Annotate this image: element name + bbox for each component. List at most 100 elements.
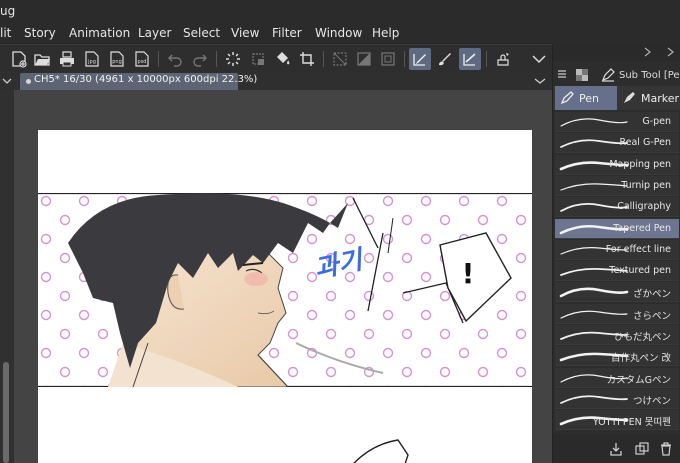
chevron-down-icon[interactable] — [534, 76, 546, 86]
document-tab-bar: CH5* 16/30 (4961 x 10000px 600dpi 22.3%) — [0, 72, 552, 90]
menu-item-help[interactable]: Help — [372, 25, 399, 41]
pen-icon[interactable] — [409, 48, 431, 70]
menu-item-select[interactable]: Select — [183, 25, 220, 41]
chevron-down-icon[interactable] — [528, 48, 550, 70]
menu-item-animation[interactable]: Animation — [69, 25, 130, 41]
next-panel — [353, 439, 409, 463]
subtool-tabs: Pen Marker — [553, 86, 680, 110]
app-window: ug lit Story Animation Layer Select View… — [0, 0, 680, 463]
grid-icon[interactable] — [329, 48, 351, 70]
brush-stroke-preview — [559, 287, 629, 298]
menu-item-window[interactable]: Window — [315, 25, 362, 41]
toolbar-divider — [404, 51, 405, 67]
brush-item[interactable]: For effect line — [555, 239, 679, 260]
brush-name: G-pen — [642, 116, 671, 127]
brush-item[interactable]: つけペン — [555, 388, 679, 409]
brush-name: つけペン — [632, 395, 671, 407]
brush-item[interactable]: Mapping pen — [555, 154, 679, 175]
redo-icon[interactable] — [189, 48, 211, 70]
export-png-icon[interactable]: png — [106, 48, 128, 70]
brush-item[interactable]: ひもだ丸ペン — [555, 325, 679, 345]
brush-name: Calligraphy — [617, 201, 671, 213]
canvas-page[interactable]: 과기 ! — [38, 130, 532, 463]
trash-icon[interactable] — [659, 442, 673, 456]
tab-marker-label: Marker — [640, 91, 679, 105]
brush-name: さらペン — [632, 310, 671, 322]
brush-item[interactable]: Turnip pen — [555, 175, 679, 196]
brush-name: YOTTI PEN 못띠펜 — [592, 417, 671, 429]
new-document-icon[interactable] — [8, 48, 30, 70]
brush-name: For effect line — [605, 243, 671, 255]
brush-item[interactable]: Textured pen — [555, 261, 679, 282]
toolbar-divider — [323, 51, 324, 67]
chevron-right-icon[interactable] — [666, 47, 676, 57]
comic-panel: 과기 ! — [38, 193, 532, 387]
brush-stroke-preview — [560, 118, 628, 127]
stamp-icon[interactable] — [492, 48, 514, 70]
brush-stroke-preview — [560, 310, 628, 319]
menu-item-layer[interactable]: Layer — [138, 25, 171, 41]
brush-item[interactable]: Real G-Pen — [555, 133, 679, 154]
brush-stroke-preview — [560, 183, 628, 191]
menu-item-view[interactable]: View — [231, 25, 259, 41]
menu-item-edit[interactable]: lit — [0, 25, 11, 41]
menu-item-filter[interactable]: Filter — [272, 25, 302, 41]
chevron-right-icon[interactable] — [643, 47, 653, 57]
tab-marker[interactable]: Marker — [617, 86, 679, 110]
checker-icon[interactable] — [575, 68, 589, 82]
document-tab[interactable]: CH5* 16/30 (4961 x 10000px 600dpi 22.3%) — [20, 73, 257, 90]
brush-stroke-preview — [560, 395, 628, 404]
ruler-line-icon[interactable] — [459, 48, 481, 70]
tab-pen[interactable]: Pen — [555, 86, 617, 110]
window-title: ug — [0, 4, 16, 18]
brush-name: Real G-Pen — [619, 137, 671, 149]
import-icon[interactable] — [609, 442, 623, 456]
fill-icon[interactable] — [272, 48, 294, 70]
brush-item[interactable]: カスタムGペン — [555, 367, 679, 388]
open-folder-icon[interactable] — [31, 48, 53, 70]
brush-item[interactable]: ざかペン — [555, 282, 679, 303]
unsaved-dot-icon — [26, 79, 31, 84]
menu-bar: ug lit Story Animation Layer Select View… — [0, 0, 680, 44]
subtool-header: Sub Tool [Pen — [553, 66, 680, 84]
frame-icon[interactable] — [377, 48, 399, 70]
brush-name: ひもだ丸ペン — [613, 332, 671, 343]
loading-icon[interactable] — [222, 48, 244, 70]
brush-name: Turnip pen — [621, 179, 671, 191]
brush-name: ざかペン — [632, 289, 671, 301]
crop-icon[interactable] — [296, 48, 318, 70]
command-bar: jpg png psd — [0, 44, 552, 72]
menu-icon[interactable] — [557, 69, 567, 79]
transform-icon[interactable] — [247, 48, 269, 70]
psd-badge: psd — [138, 59, 147, 65]
brush-item[interactable]: さらペン — [555, 303, 679, 324]
brush-item[interactable]: 自作丸ペン 改 — [555, 346, 679, 367]
toolbar-divider — [216, 51, 217, 67]
brush-item[interactable]: YOTTI PEN 못띠펜 — [555, 410, 679, 431]
brush-name: カスタムGペン — [606, 374, 671, 386]
pen-tool-icon — [601, 68, 615, 82]
subtool-title: Sub Tool [Pen — [619, 70, 680, 81]
vertical-scrollbar[interactable] — [0, 90, 14, 463]
jpg-badge: jpg — [87, 59, 96, 65]
ruler-icon[interactable] — [353, 48, 375, 70]
duplicate-icon[interactable] — [635, 442, 649, 456]
brush-item[interactable]: G-pen — [555, 112, 679, 132]
menu-item-story[interactable]: Story — [24, 25, 56, 41]
brush-icon[interactable] — [434, 48, 456, 70]
brush-name: Textured pen — [609, 265, 671, 277]
brush-item[interactable]: Calligraphy — [555, 197, 679, 218]
undo-icon[interactable] — [164, 48, 186, 70]
panel-top-bar — [553, 44, 680, 61]
canvas-area[interactable]: 과기 ! — [0, 90, 552, 463]
scrollbar-thumb[interactable] — [3, 362, 9, 463]
brush-item[interactable]: Tapered Pen — [555, 218, 679, 239]
png-badge: png — [112, 59, 122, 65]
document-tab-title: CH5* 16/30 (4961 x 10000px 600dpi 22.3%) — [34, 74, 258, 85]
export-psd-icon[interactable]: psd — [131, 48, 153, 70]
panel-footer — [553, 434, 680, 463]
toolbar-divider — [158, 51, 159, 67]
export-jpg-icon[interactable]: jpg — [81, 48, 103, 70]
chevron-down-icon[interactable] — [2, 76, 12, 86]
print-icon[interactable] — [56, 48, 78, 70]
